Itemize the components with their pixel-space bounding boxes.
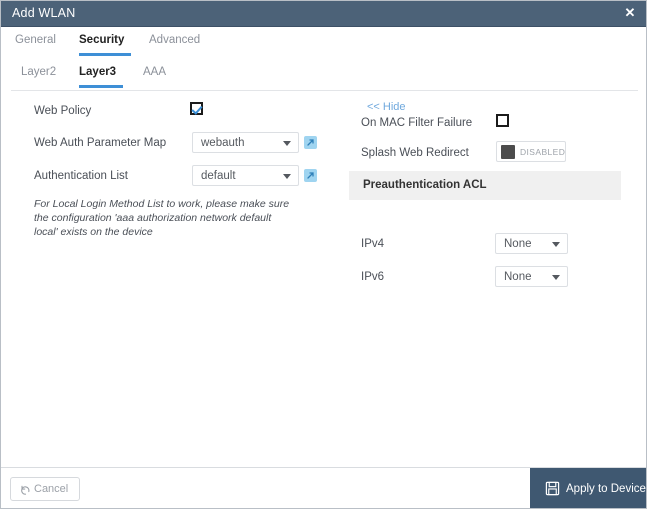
authentication-list-dropdown[interactable]: default — [192, 165, 299, 186]
tab-layer3-label: Layer3 — [79, 66, 117, 78]
preauthentication-acl-header: Preauthentication ACL — [349, 171, 621, 200]
tab-advanced-label: Advanced — [149, 34, 201, 46]
web-auth-parameter-map-label: Web Auth Parameter Map — [34, 137, 167, 149]
web-policy-label: Web Policy — [34, 105, 92, 117]
tab-security[interactable]: Security — [79, 28, 131, 58]
close-icon[interactable]: ✕ — [622, 5, 638, 21]
tab-aaa[interactable]: AAA — [143, 61, 171, 89]
ipv6-value: None — [504, 271, 532, 283]
preauthentication-acl-title: Preauthentication ACL — [363, 179, 487, 191]
ipv4-value: None — [504, 238, 532, 250]
tab-aaa-label: AAA — [143, 66, 167, 78]
sub-tab-bar: Layer2 Layer3 AAA — [1, 61, 646, 91]
authentication-list-label: Authentication List — [34, 170, 128, 182]
local-login-note: For Local Login Method List to work, ple… — [34, 198, 290, 238]
tab-advanced[interactable]: Advanced — [149, 28, 207, 58]
authentication-list-value: default — [201, 170, 236, 182]
cancel-button[interactable]: Cancel — [10, 477, 80, 501]
tab-layer2[interactable]: Layer2 — [21, 61, 61, 89]
chevron-down-icon — [552, 242, 560, 247]
tab-security-label: Security — [79, 34, 125, 46]
ipv6-label: IPv6 — [361, 271, 385, 283]
dialog-footer: Cancel Apply to Device — [1, 467, 646, 508]
dialog-title: Add WLAN — [12, 6, 76, 20]
on-mac-filter-failure-label: On MAC Filter Failure — [361, 117, 473, 129]
web-auth-parameter-map-value: webauth — [201, 137, 245, 149]
splash-web-redirect-toggle[interactable]: DISABLED — [496, 141, 566, 162]
web-auth-parameter-map-dropdown[interactable]: webauth — [192, 132, 299, 153]
undo-icon — [20, 483, 31, 501]
save-icon — [545, 481, 560, 501]
tab-layer3[interactable]: Layer3 — [79, 61, 123, 89]
web-auth-parameter-map-external-link-icon[interactable] — [304, 136, 317, 149]
splash-web-redirect-label: Splash Web Redirect — [361, 147, 469, 159]
main-tab-bar: General Security Advanced — [1, 28, 646, 58]
hide-link[interactable]: << Hide — [367, 101, 406, 113]
toggle-knob — [501, 145, 515, 159]
tab-general-label: General — [15, 34, 56, 46]
ipv6-dropdown[interactable]: None — [495, 266, 568, 287]
authentication-list-external-link-icon[interactable] — [304, 169, 317, 182]
apply-to-device-label: Apply to Device — [566, 483, 646, 495]
chevron-down-icon — [283, 174, 291, 179]
ipv4-label: IPv4 — [361, 238, 385, 250]
web-policy-checkbox[interactable] — [190, 102, 203, 115]
on-mac-filter-failure-checkbox[interactable] — [496, 114, 509, 127]
dialog-body: Web Policy Web Auth Parameter Map webaut… — [1, 91, 646, 467]
add-wlan-dialog: Add WLAN ✕ General Security Advanced Lay… — [0, 0, 647, 509]
chevron-down-icon — [552, 275, 560, 280]
cancel-button-label: Cancel — [34, 483, 69, 495]
tab-general[interactable]: General — [15, 28, 63, 58]
splash-web-redirect-state: DISABLED — [520, 147, 566, 157]
apply-to-device-button[interactable]: Apply to Device — [530, 468, 646, 508]
ipv4-dropdown[interactable]: None — [495, 233, 568, 254]
chevron-down-icon — [283, 141, 291, 146]
tab-layer2-label: Layer2 — [21, 66, 57, 78]
dialog-titlebar: Add WLAN ✕ — [1, 1, 646, 27]
